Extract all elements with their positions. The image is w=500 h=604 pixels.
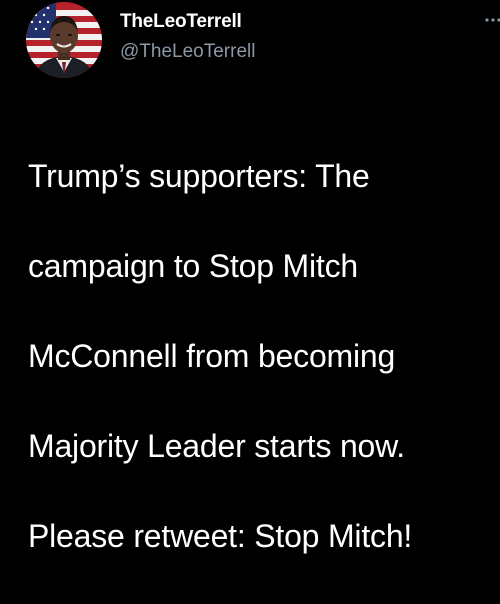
author-avatar[interactable] xyxy=(26,2,102,78)
more-options-icon[interactable] xyxy=(484,15,500,25)
avatar-image xyxy=(26,2,102,78)
tweet-text: Trump’s supporters: The campaign to Stop… xyxy=(28,109,500,604)
author-handle[interactable]: @TheLeoTerrell xyxy=(120,41,255,63)
tweet-text-line: campaign to Stop Mitch xyxy=(28,248,358,284)
tweet-card: TheLeoTerrell @TheLeoTerrell Trump’s sup… xyxy=(0,0,500,554)
tweet-text-line: Majority Leader starts now. xyxy=(28,428,405,464)
tweet-text-line: McConnell from becoming xyxy=(28,338,396,374)
tweet-text-line: Trump’s supporters: The xyxy=(28,158,370,194)
author-display-name[interactable]: TheLeoTerrell xyxy=(120,11,242,33)
tweet-text-line: Please retweet: Stop Mitch! xyxy=(28,518,413,554)
